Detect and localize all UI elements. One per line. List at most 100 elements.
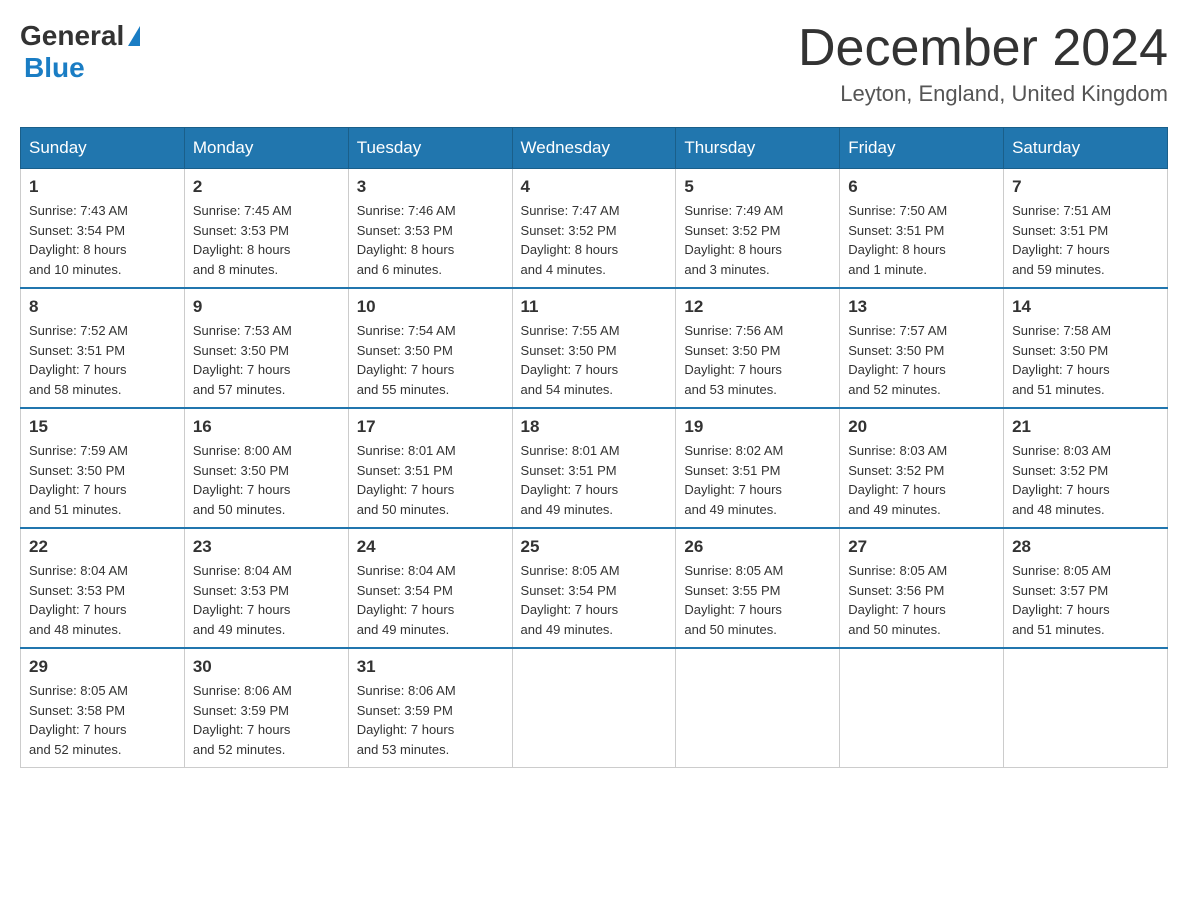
day-info: Sunrise: 7:53 AMSunset: 3:50 PMDaylight:… — [193, 321, 340, 399]
day-info: Sunrise: 7:45 AMSunset: 3:53 PMDaylight:… — [193, 201, 340, 279]
day-info: Sunrise: 8:06 AMSunset: 3:59 PMDaylight:… — [357, 681, 504, 759]
calendar-cell: 11Sunrise: 7:55 AMSunset: 3:50 PMDayligh… — [512, 288, 676, 408]
day-number: 5 — [684, 177, 831, 197]
day-info: Sunrise: 8:01 AMSunset: 3:51 PMDaylight:… — [357, 441, 504, 519]
calendar-cell — [676, 648, 840, 768]
day-info: Sunrise: 8:05 AMSunset: 3:56 PMDaylight:… — [848, 561, 995, 639]
day-info: Sunrise: 8:03 AMSunset: 3:52 PMDaylight:… — [848, 441, 995, 519]
calendar-cell: 31Sunrise: 8:06 AMSunset: 3:59 PMDayligh… — [348, 648, 512, 768]
calendar-cell: 8 Sunrise: 7:52 AMSunset: 3:51 PMDaylight… — [21, 288, 185, 408]
calendar-week-row: 29 Sunrise: 8:05 AMSunset: 3:58 PMDayligh… — [21, 648, 1168, 768]
calendar-header-thursday: Thursday — [676, 128, 840, 169]
calendar-header-wednesday: Wednesday — [512, 128, 676, 169]
day-number: 18 — [521, 417, 668, 437]
calendar-cell: 27 Sunrise: 8:05 AMSunset: 3:56 PMDayligh… — [840, 528, 1004, 648]
calendar-cell: 12Sunrise: 7:56 AMSunset: 3:50 PMDayligh… — [676, 288, 840, 408]
day-number: 23 — [193, 537, 340, 557]
calendar-cell: 28 Sunrise: 8:05 AMSunset: 3:57 PMDayligh… — [1004, 528, 1168, 648]
calendar-cell: 19 Sunrise: 8:02 AMSunset: 3:51 PMDayligh… — [676, 408, 840, 528]
calendar-header-tuesday: Tuesday — [348, 128, 512, 169]
day-info: Sunrise: 7:49 AMSunset: 3:52 PMDaylight:… — [684, 201, 831, 279]
day-info: Sunrise: 8:03 AMSunset: 3:52 PMDaylight:… — [1012, 441, 1159, 519]
day-number: 26 — [684, 537, 831, 557]
calendar-header-saturday: Saturday — [1004, 128, 1168, 169]
day-number: 28 — [1012, 537, 1159, 557]
calendar-cell: 15 Sunrise: 7:59 AMSunset: 3:50 PMDayligh… — [21, 408, 185, 528]
calendar-cell: 2Sunrise: 7:45 AMSunset: 3:53 PMDaylight… — [184, 169, 348, 289]
day-info: Sunrise: 8:05 AMSunset: 3:57 PMDaylight:… — [1012, 561, 1159, 639]
day-number: 20 — [848, 417, 995, 437]
day-number: 29 — [29, 657, 176, 677]
day-info: Sunrise: 7:59 AMSunset: 3:50 PMDaylight:… — [29, 441, 176, 519]
day-number: 4 — [521, 177, 668, 197]
calendar-cell: 24Sunrise: 8:04 AMSunset: 3:54 PMDayligh… — [348, 528, 512, 648]
day-info: Sunrise: 8:05 AMSunset: 3:58 PMDaylight:… — [29, 681, 176, 759]
calendar-header-sunday: Sunday — [21, 128, 185, 169]
calendar-cell: 14 Sunrise: 7:58 AMSunset: 3:50 PMDayligh… — [1004, 288, 1168, 408]
month-title: December 2024 — [798, 20, 1168, 77]
calendar-cell: 10Sunrise: 7:54 AMSunset: 3:50 PMDayligh… — [348, 288, 512, 408]
day-number: 6 — [848, 177, 995, 197]
logo-triangle-icon — [128, 26, 140, 46]
day-number: 25 — [521, 537, 668, 557]
calendar-cell: 23Sunrise: 8:04 AMSunset: 3:53 PMDayligh… — [184, 528, 348, 648]
day-number: 3 — [357, 177, 504, 197]
logo-general: General — [20, 20, 124, 52]
calendar-header-monday: Monday — [184, 128, 348, 169]
day-info: Sunrise: 8:06 AMSunset: 3:59 PMDaylight:… — [193, 681, 340, 759]
day-info: Sunrise: 7:55 AMSunset: 3:50 PMDaylight:… — [521, 321, 668, 399]
logo: General Blue — [20, 20, 140, 84]
calendar-cell: 20 Sunrise: 8:03 AMSunset: 3:52 PMDayligh… — [840, 408, 1004, 528]
calendar-header-friday: Friday — [840, 128, 1004, 169]
day-info: Sunrise: 7:47 AMSunset: 3:52 PMDaylight:… — [521, 201, 668, 279]
calendar-cell: 5 Sunrise: 7:49 AMSunset: 3:52 PMDaylight… — [676, 169, 840, 289]
day-number: 21 — [1012, 417, 1159, 437]
logo-blue-row: Blue — [20, 52, 85, 84]
logo-text: General — [20, 20, 140, 52]
day-number: 30 — [193, 657, 340, 677]
logo-blue-text: Blue — [24, 52, 85, 84]
calendar-cell: 18Sunrise: 8:01 AMSunset: 3:51 PMDayligh… — [512, 408, 676, 528]
calendar-cell: 13Sunrise: 7:57 AMSunset: 3:50 PMDayligh… — [840, 288, 1004, 408]
calendar-cell: 26 Sunrise: 8:05 AMSunset: 3:55 PMDayligh… — [676, 528, 840, 648]
calendar-week-row: 22 Sunrise: 8:04 AMSunset: 3:53 PMDayligh… — [21, 528, 1168, 648]
calendar-cell — [840, 648, 1004, 768]
calendar-header-row: SundayMondayTuesdayWednesdayThursdayFrid… — [21, 128, 1168, 169]
calendar-cell: 29 Sunrise: 8:05 AMSunset: 3:58 PMDayligh… — [21, 648, 185, 768]
calendar-cell — [512, 648, 676, 768]
day-info: Sunrise: 8:05 AMSunset: 3:55 PMDaylight:… — [684, 561, 831, 639]
calendar-cell: 3Sunrise: 7:46 AMSunset: 3:53 PMDaylight… — [348, 169, 512, 289]
day-number: 17 — [357, 417, 504, 437]
day-number: 27 — [848, 537, 995, 557]
location-title: Leyton, England, United Kingdom — [798, 81, 1168, 107]
calendar-cell — [1004, 648, 1168, 768]
day-info: Sunrise: 7:50 AMSunset: 3:51 PMDaylight:… — [848, 201, 995, 279]
day-number: 24 — [357, 537, 504, 557]
calendar-cell: 16 Sunrise: 8:00 AMSunset: 3:50 PMDayligh… — [184, 408, 348, 528]
day-number: 8 — [29, 297, 176, 317]
day-info: Sunrise: 8:04 AMSunset: 3:53 PMDaylight:… — [29, 561, 176, 639]
day-info: Sunrise: 7:58 AMSunset: 3:50 PMDaylight:… — [1012, 321, 1159, 399]
calendar-cell: 6 Sunrise: 7:50 AMSunset: 3:51 PMDaylight… — [840, 169, 1004, 289]
day-info: Sunrise: 8:00 AMSunset: 3:50 PMDaylight:… — [193, 441, 340, 519]
calendar-cell: 1Sunrise: 7:43 AMSunset: 3:54 PMDaylight… — [21, 169, 185, 289]
page-header: General Blue December 2024 Leyton, Engla… — [20, 20, 1168, 107]
day-info: Sunrise: 8:02 AMSunset: 3:51 PMDaylight:… — [684, 441, 831, 519]
day-info: Sunrise: 8:05 AMSunset: 3:54 PMDaylight:… — [521, 561, 668, 639]
day-number: 1 — [29, 177, 176, 197]
day-info: Sunrise: 7:51 AMSunset: 3:51 PMDaylight:… — [1012, 201, 1159, 279]
day-number: 13 — [848, 297, 995, 317]
day-number: 9 — [193, 297, 340, 317]
day-info: Sunrise: 7:52 AMSunset: 3:51 PMDaylight:… — [29, 321, 176, 399]
day-number: 14 — [1012, 297, 1159, 317]
day-info: Sunrise: 7:54 AMSunset: 3:50 PMDaylight:… — [357, 321, 504, 399]
day-number: 22 — [29, 537, 176, 557]
day-number: 15 — [29, 417, 176, 437]
calendar-cell: 30 Sunrise: 8:06 AMSunset: 3:59 PMDayligh… — [184, 648, 348, 768]
day-number: 19 — [684, 417, 831, 437]
calendar-cell: 22 Sunrise: 8:04 AMSunset: 3:53 PMDayligh… — [21, 528, 185, 648]
calendar-cell: 25 Sunrise: 8:05 AMSunset: 3:54 PMDayligh… — [512, 528, 676, 648]
calendar-table: SundayMondayTuesdayWednesdayThursdayFrid… — [20, 127, 1168, 768]
day-number: 16 — [193, 417, 340, 437]
calendar-cell: 17 Sunrise: 8:01 AMSunset: 3:51 PMDayligh… — [348, 408, 512, 528]
